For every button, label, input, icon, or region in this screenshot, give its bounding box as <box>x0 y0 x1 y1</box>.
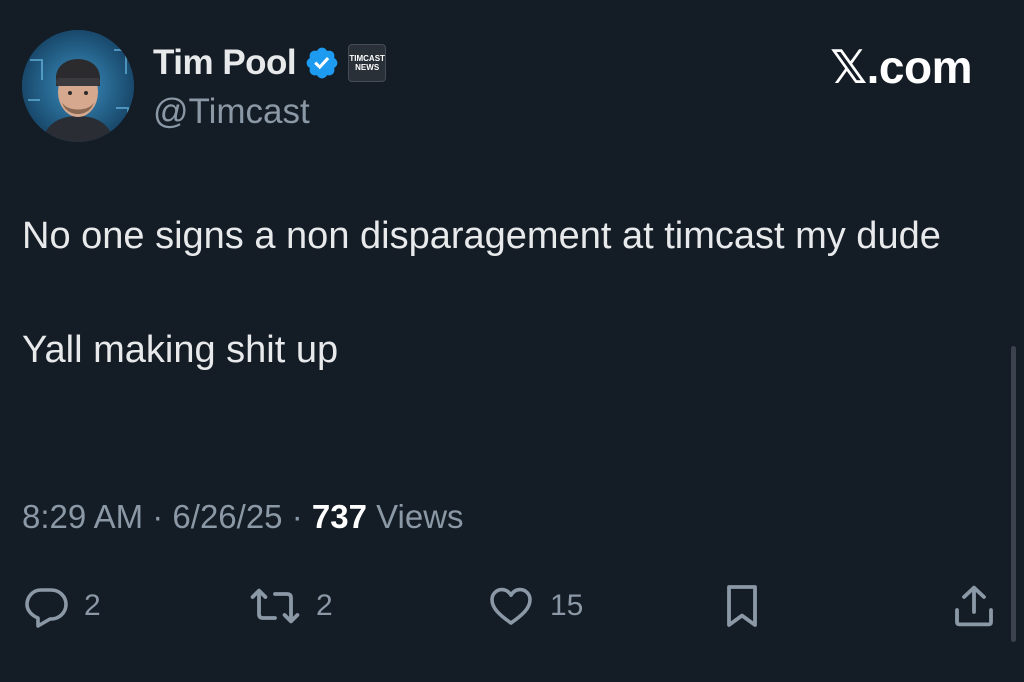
tweet-date[interactable]: 6/26/25 <box>172 498 282 535</box>
share-icon <box>955 585 993 627</box>
repost-icon <box>250 588 300 624</box>
bookmark-icon <box>727 585 757 627</box>
tweet-text: No one signs a non disparagement at timc… <box>22 208 982 378</box>
tweet-time[interactable]: 8:29 AM <box>22 498 143 535</box>
meta-separator: · <box>291 498 303 535</box>
share-button[interactable] <box>950 578 998 634</box>
reply-button[interactable]: 2 <box>22 578 101 634</box>
views-label: Views <box>376 498 464 535</box>
meta-separator: · <box>152 498 164 535</box>
author-name-row: Tim Pool TIMCAST NEWS <box>153 40 387 86</box>
tweet-line: Yall making shit up <box>22 329 339 371</box>
verified-badge-icon <box>304 45 340 81</box>
reply-icon <box>25 588 68 628</box>
brand-logo: 𝕏.com <box>830 41 972 93</box>
tweet-line: No one signs a non disparagement at timc… <box>22 215 941 257</box>
like-button[interactable]: 15 <box>486 578 583 634</box>
bookmark-button[interactable] <box>720 578 764 634</box>
action-bar: 2 2 15 <box>0 578 1024 634</box>
avatar[interactable] <box>22 30 134 142</box>
scrollbar[interactable] <box>1011 346 1016 642</box>
repost-button[interactable]: 2 <box>248 578 333 634</box>
repost-count: 2 <box>316 589 333 622</box>
affiliate-badge-icon[interactable]: TIMCAST NEWS <box>348 44 387 82</box>
reply-count: 2 <box>84 589 101 622</box>
tweet-meta: 8:29 AM · 6/26/25 · 737 Views <box>22 498 464 536</box>
like-count: 15 <box>550 589 584 622</box>
author-display-name[interactable]: Tim Pool <box>153 43 297 83</box>
views-count: 737 <box>311 498 367 535</box>
author-handle[interactable]: @Timcast <box>153 92 310 132</box>
heart-icon <box>490 587 532 625</box>
